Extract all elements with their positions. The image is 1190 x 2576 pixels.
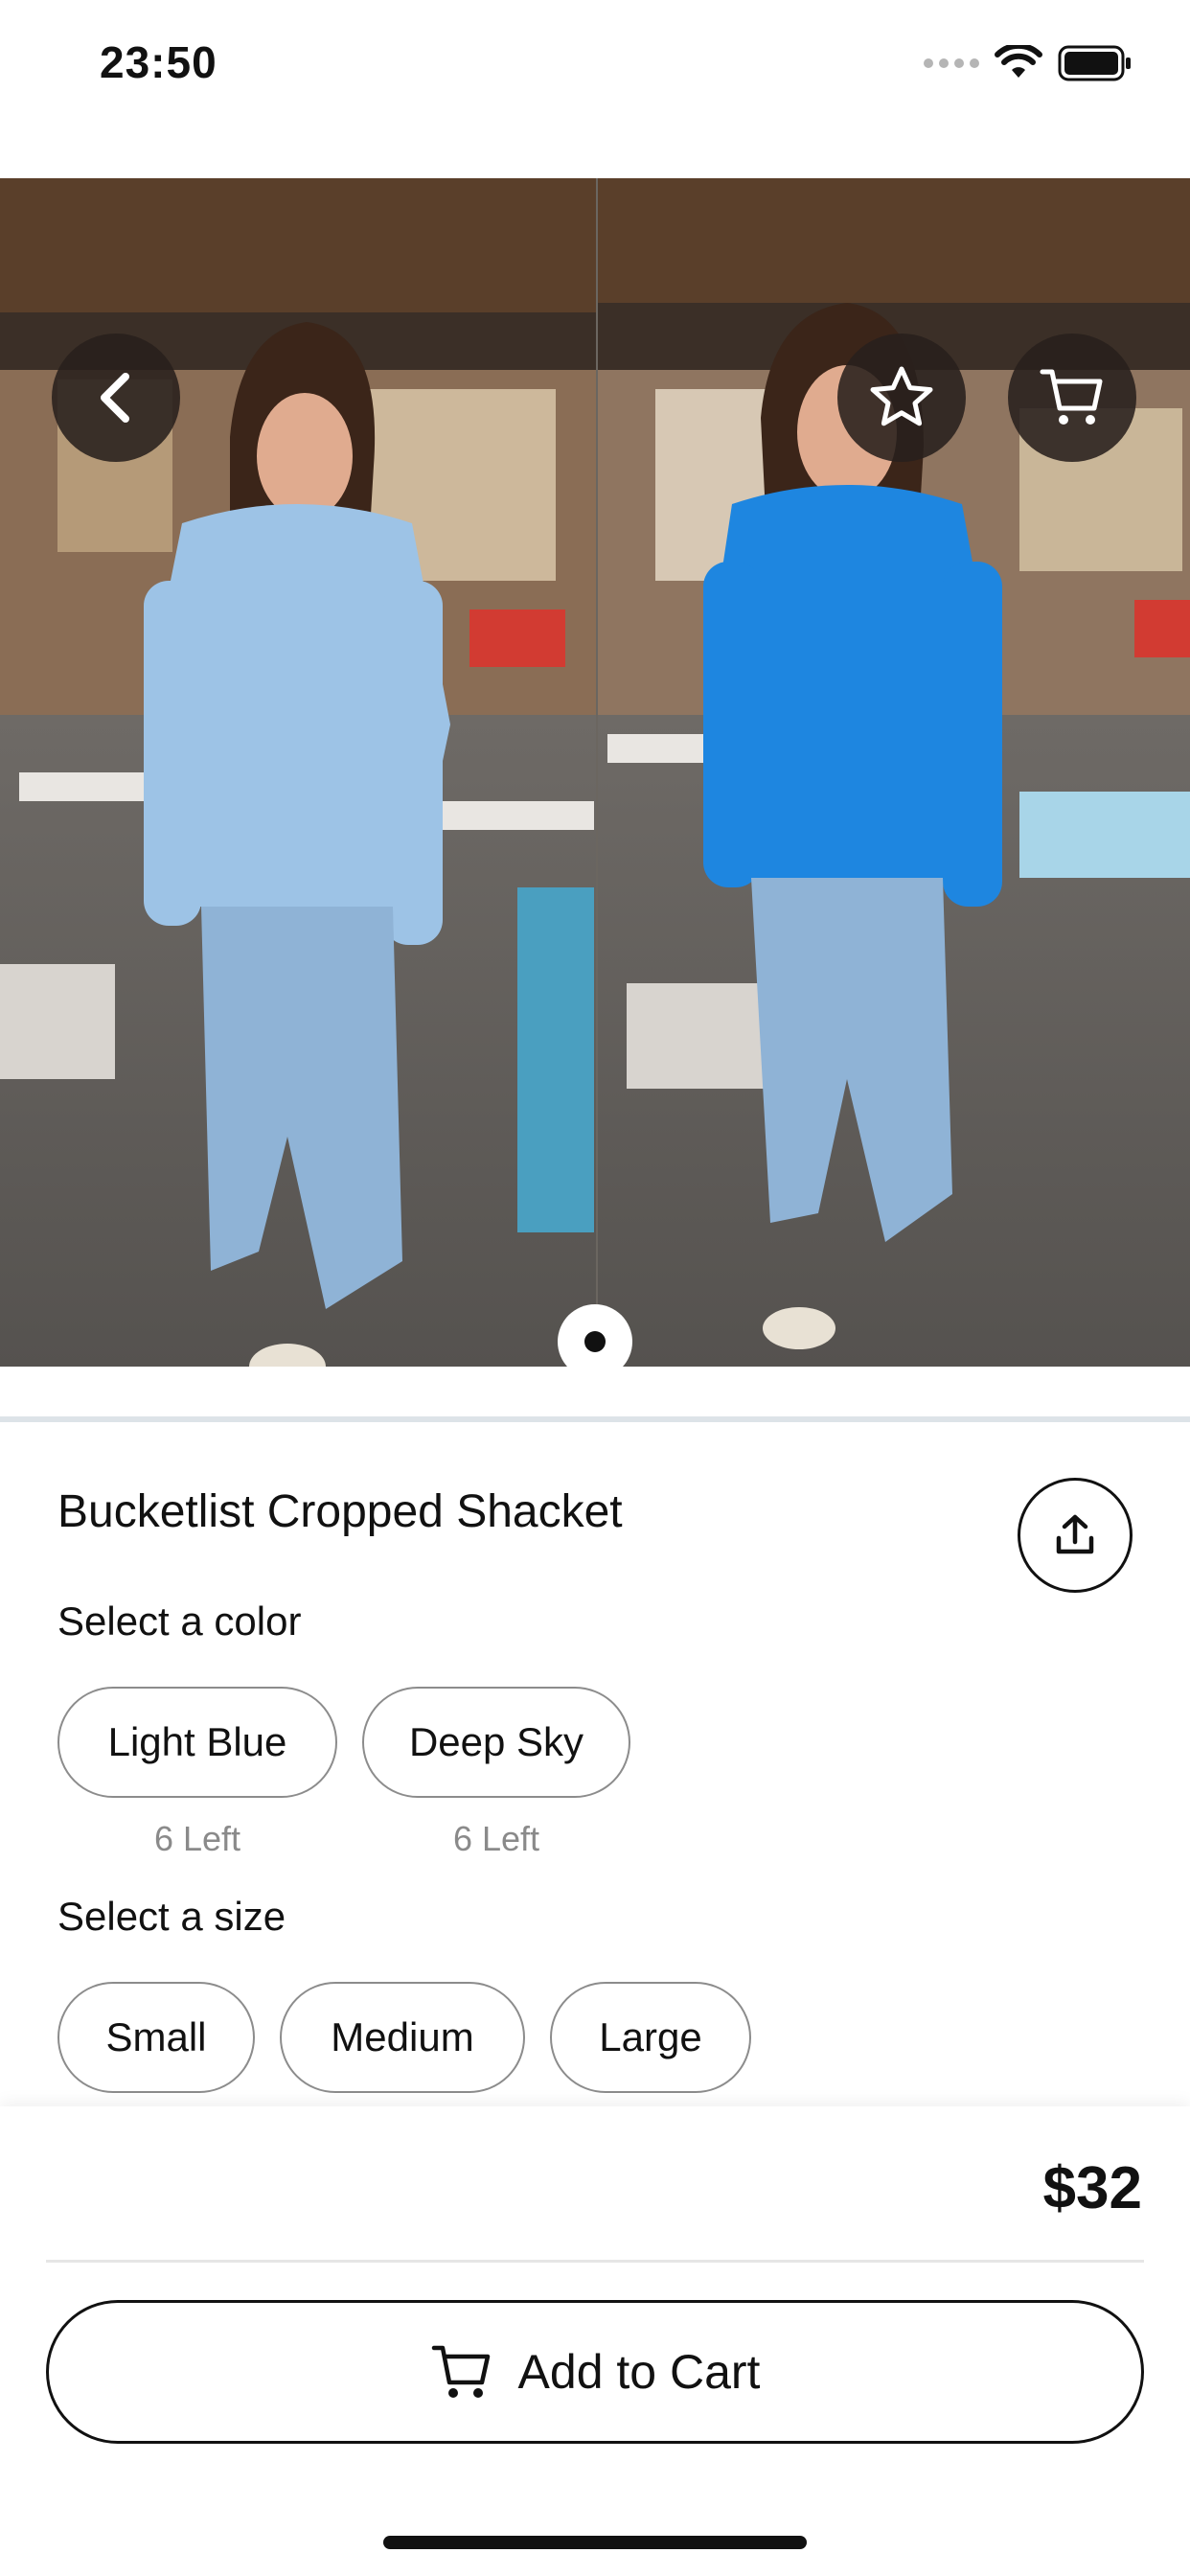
cart-icon xyxy=(431,2345,490,2398)
cellular-signal-icon xyxy=(924,58,979,68)
product-price: $32 xyxy=(1042,2155,1142,2221)
size-option-medium[interactable]: Medium xyxy=(280,1982,525,2093)
color-option-deep-sky[interactable]: Deep Sky xyxy=(362,1687,630,1798)
color-stock-light-blue: 6 Left xyxy=(153,1819,241,1858)
status-time: 23:50 xyxy=(100,37,217,87)
add-to-cart-label: Add to Cart xyxy=(517,2345,761,2399)
color-stock-deep-sky: 6 Left xyxy=(452,1819,540,1858)
product-title: Bucketlist Cropped Shacket xyxy=(57,1486,623,1537)
home-indicator[interactable] xyxy=(383,2536,807,2549)
color-option-light-blue[interactable]: Light Blue xyxy=(57,1687,337,1798)
cart-button[interactable] xyxy=(1008,334,1136,462)
carousel-dot-active xyxy=(584,1331,606,1352)
divider xyxy=(46,2260,1144,2263)
cart-icon xyxy=(1040,369,1103,425)
size-option-large[interactable]: Large xyxy=(550,1982,751,2093)
wifi-icon xyxy=(995,45,1042,78)
divider xyxy=(0,1416,1190,1422)
select-size-label: Select a size xyxy=(57,1894,286,1939)
back-button[interactable] xyxy=(52,334,180,462)
favorite-button[interactable] xyxy=(837,334,966,462)
size-option-small[interactable]: Small xyxy=(57,1982,255,2093)
star-icon xyxy=(870,366,933,426)
chevron-left-icon xyxy=(101,373,129,423)
status-bar: 23:50 xyxy=(0,0,1190,134)
battery-icon xyxy=(1058,45,1131,81)
select-color-label: Select a color xyxy=(57,1598,302,1644)
add-to-cart-button[interactable]: Add to Cart xyxy=(46,2300,1144,2444)
share-icon xyxy=(1056,1514,1094,1554)
carousel-page-indicator[interactable] xyxy=(558,1304,632,1379)
product-image-carousel[interactable] xyxy=(0,178,1190,1367)
share-button[interactable] xyxy=(1018,1478,1133,1593)
status-icons xyxy=(924,42,1133,84)
